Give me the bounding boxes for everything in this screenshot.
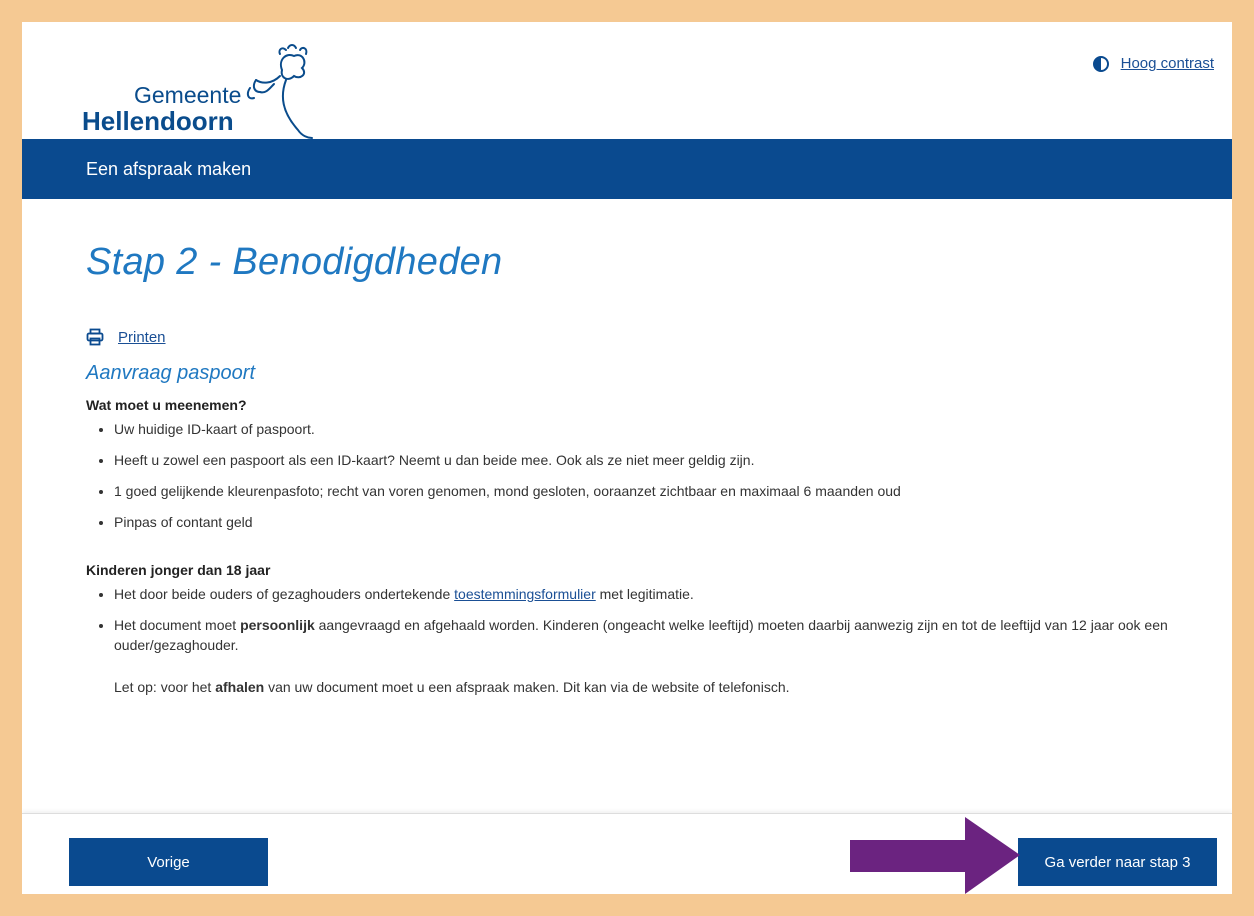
emphasis-text: persoonlijk bbox=[240, 617, 315, 633]
header: Gemeente Hellendoorn Hoog contrast bbox=[22, 22, 1232, 139]
consent-form-link[interactable]: toestemmingsformulier bbox=[454, 586, 596, 602]
logo-text-hellendoorn: Hellendoorn bbox=[82, 106, 234, 136]
item-text: van uw document moet u een afspraak make… bbox=[264, 679, 790, 695]
next-step-button[interactable]: Ga verder naar stap 3 bbox=[1018, 838, 1217, 886]
page-frame: Gemeente Hellendoorn Hoog contrast Een a… bbox=[22, 22, 1232, 894]
footer-bar: Vorige Ga verder naar stap 3 bbox=[22, 813, 1232, 894]
list-item: Heeft u zowel een paspoort als een ID-ka… bbox=[114, 450, 1168, 470]
print-link[interactable]: Printen bbox=[118, 329, 166, 346]
high-contrast-toggle[interactable]: Hoog contrast bbox=[1092, 55, 1214, 72]
children-heading: Kinderen jonger dan 18 jaar bbox=[86, 562, 271, 578]
page-title: Stap 2 - Benodigdheden bbox=[86, 241, 503, 283]
tree-logo-icon bbox=[246, 44, 313, 139]
list-item: Het document moet persoonlijk aangevraag… bbox=[114, 615, 1168, 697]
item-text: Het document moet bbox=[114, 617, 241, 633]
arrow-annotation-icon bbox=[850, 817, 1020, 894]
bring-heading: Wat moet u meenemen? bbox=[86, 397, 247, 413]
item-text: met legitimatie. bbox=[595, 586, 694, 602]
nav-bar: Een afspraak maken bbox=[22, 139, 1232, 199]
item-text: Let op: voor het bbox=[114, 679, 216, 695]
gemeente-logo[interactable]: Gemeente Hellendoorn bbox=[82, 40, 332, 140]
item-text: Het door beide ouders of gezaghouders on… bbox=[114, 586, 455, 602]
section-title: Aanvraag paspoort bbox=[86, 362, 256, 384]
logo-text-gemeente: Gemeente bbox=[134, 82, 242, 108]
contrast-icon bbox=[1092, 55, 1109, 72]
bring-list: Uw huidige ID-kaart of paspoort. Heeft u… bbox=[86, 419, 1168, 532]
emphasis-text: afhalen bbox=[215, 679, 265, 695]
children-list: Het door beide ouders of gezaghouders on… bbox=[86, 584, 1168, 697]
list-item: Uw huidige ID-kaart of paspoort. bbox=[114, 419, 1168, 439]
list-item: Pinpas of contant geld bbox=[114, 512, 1168, 532]
printer-icon bbox=[86, 328, 104, 346]
print-action[interactable]: Printen bbox=[86, 328, 1168, 346]
list-item: Het door beide ouders of gezaghouders on… bbox=[114, 584, 1168, 604]
nav-title: Een afspraak maken bbox=[86, 158, 252, 179]
pickup-note: Let op: voor het afhalen van uw document… bbox=[114, 677, 1168, 697]
list-item: 1 goed gelijkende kleurenpasfoto; recht … bbox=[114, 481, 1168, 501]
previous-button[interactable]: Vorige bbox=[69, 838, 268, 886]
high-contrast-link[interactable]: Hoog contrast bbox=[1121, 55, 1214, 72]
main-content: Stap 2 - Benodigdheden Printen Aanvraag … bbox=[22, 241, 1232, 697]
